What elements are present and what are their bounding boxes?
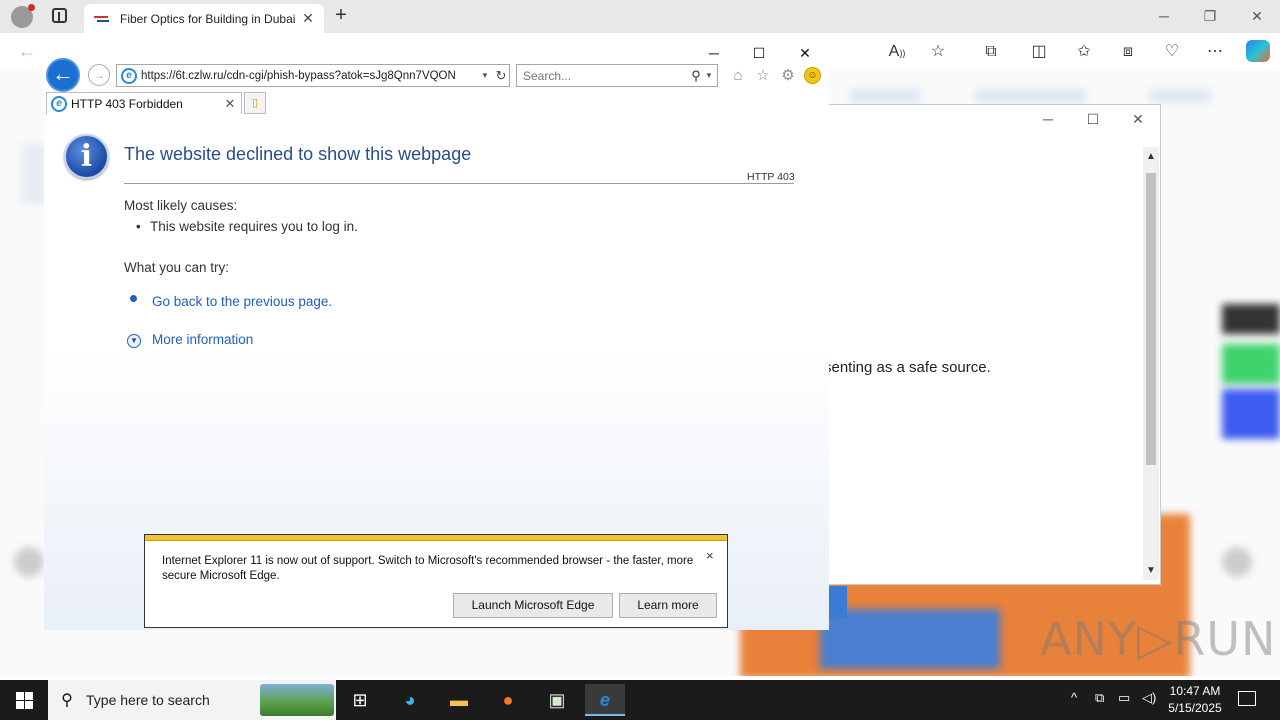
internet-explorer-taskbar-icon[interactable]: e <box>585 684 625 716</box>
collections-icon[interactable]: ⧈ <box>1117 41 1139 63</box>
taskbar-search-box[interactable]: ⚲ Type here to search <box>48 680 336 720</box>
browser-essentials-icon[interactable]: ♡ <box>1161 41 1183 63</box>
volume-icon[interactable]: ◁) <box>1142 690 1156 706</box>
dialog-maximize-button[interactable]: ☐ <box>1078 111 1108 128</box>
new-tab-button[interactable]: + <box>330 5 352 27</box>
try-heading: What you can try: <box>124 260 230 275</box>
ie-address-bar[interactable]: e https://6t.czlw.ru/cdn-cgi/phish-bypas… <box>116 64 510 87</box>
ie-tab-close-icon[interactable]: ✕ <box>223 96 237 112</box>
notification-message: Internet Explorer 11 is now out of suppo… <box>162 555 694 582</box>
feedback-smiley-icon[interactable]: ☺ <box>804 67 821 84</box>
scroll-thumb[interactable] <box>1146 173 1156 465</box>
site-favicon-icon <box>94 13 110 25</box>
scroll-up-arrow-icon[interactable]: ▲ <box>1143 151 1159 162</box>
edge-tab-active[interactable]: Fiber Optics for Building in Dubai ✕ <box>84 4 324 33</box>
ie-tab-active[interactable]: e HTTP 403 Forbidden ✕ <box>46 92 242 114</box>
ie-tab-favicon-icon: e <box>51 95 67 112</box>
firefox-icon[interactable]: ● <box>488 684 528 716</box>
network-icon[interactable]: ▭ <box>1118 690 1130 706</box>
dialog-close-button[interactable]: ✕ <box>1123 111 1153 128</box>
edge-close-button[interactable]: ✕ <box>1234 4 1280 28</box>
ie-new-tab-icon[interactable]: ▯ <box>244 92 266 114</box>
dialog-minimize-button[interactable]: ─ <box>1033 111 1063 127</box>
edge-restore-button[interactable]: ❐ <box>1187 4 1233 28</box>
favorite-star-icon[interactable]: ☆ <box>927 41 949 63</box>
background-dialog-window: ─ ☐ ✕ senting as a safe source. ▲ ▼ <box>805 104 1161 585</box>
ie-forward-button-icon[interactable]: → <box>88 64 110 86</box>
dialog-blue-button-edge <box>829 586 847 619</box>
task-view-icon[interactable]: ⊞ <box>340 684 380 716</box>
cause-item: This website requires you to log in. <box>136 219 358 234</box>
edge-back-arrow-icon[interactable]: ← <box>18 41 36 62</box>
go-back-link[interactable]: Go back to the previous page. <box>152 294 332 309</box>
causes-heading: Most likely causes: <box>124 198 238 213</box>
windows-start-icon[interactable] <box>0 680 48 720</box>
ie-minimize-button[interactable]: ─ <box>691 42 737 64</box>
notification-close-icon[interactable]: × <box>706 548 714 563</box>
ie-close-button[interactable]: ✕ <box>782 42 828 64</box>
edge-tab-close-icon[interactable]: ✕ <box>300 10 316 27</box>
more-information-link[interactable]: More information <box>152 332 253 347</box>
edge-tab-bar: Fiber Optics for Building in Dubai ✕ + ─… <box>0 0 1280 33</box>
search-highlight-image[interactable] <box>260 684 334 716</box>
windows-taskbar: ⚲ Type here to search ⊞ ◕ ▬ ● ▣ e ^ ⧉ ▭ … <box>0 680 1280 720</box>
notification-accent-bar <box>145 535 727 541</box>
taskbar-search-placeholder: Type here to search <box>86 692 210 708</box>
read-aloud-icon[interactable]: A)) <box>886 41 908 63</box>
edge-tab-title: Fiber Optics for Building in Dubai <box>120 11 296 26</box>
search-dropdown-icon[interactable]: ▼ <box>705 71 717 80</box>
expand-chevron-icon[interactable]: ▼ <box>127 334 141 348</box>
ie-url-text[interactable]: https://6t.czlw.ru/cdn-cgi/phish-bypass?… <box>141 70 477 82</box>
extensions-icon[interactable]: ⧉ <box>980 41 1002 63</box>
tray-chevron-icon[interactable]: ^ <box>1071 690 1077 705</box>
app-window-icon[interactable]: ▣ <box>537 684 577 716</box>
clock-time: 10:47 AM <box>1169 684 1221 698</box>
launch-edge-button[interactable]: Launch Microsoft Edge <box>453 593 613 618</box>
ie-maximize-button[interactable]: ☐ <box>736 42 782 64</box>
edge-taskbar-icon[interactable]: ◕ <box>390 684 430 716</box>
taskbar-search-icon: ⚲ <box>61 692 73 709</box>
clock-date: 5/15/2025 <box>1168 701 1222 715</box>
ie-tab-label: HTTP 403 Forbidden <box>71 96 183 111</box>
copilot-icon[interactable] <box>1246 40 1270 62</box>
tray-device-icon[interactable]: ⧉ <box>1095 690 1104 706</box>
search-magnifier-icon[interactable]: ⚲ <box>687 68 705 84</box>
go-back-bullet-icon <box>130 295 137 302</box>
profile-avatar-icon[interactable] <box>11 4 35 28</box>
notification-center-icon[interactable] <box>1238 691 1256 706</box>
settings-gear-icon[interactable]: ⚙ <box>778 66 798 86</box>
edge-minimize-button[interactable]: ─ <box>1141 4 1187 28</box>
tab-actions-icon[interactable] <box>52 8 67 23</box>
anyrun-watermark: ANY▷RUN <box>1040 612 1277 666</box>
ie-back-button-icon[interactable]: ← <box>46 58 80 92</box>
favorites-icon[interactable]: ✩ <box>1073 41 1095 63</box>
divider <box>124 183 794 184</box>
favorites-star-icon[interactable]: ☆ <box>753 66 773 86</box>
more-options-icon[interactable]: ⋯ <box>1204 41 1226 63</box>
ie-out-of-support-notification: Internet Explorer 11 is now out of suppo… <box>144 534 728 628</box>
error-code: HTTP 403 <box>747 171 795 183</box>
dialog-scrollbar[interactable]: ▲ ▼ <box>1143 147 1159 580</box>
file-explorer-icon[interactable]: ▬ <box>439 684 479 716</box>
ie-logo-icon: e <box>121 67 137 84</box>
info-icon: i <box>64 134 109 179</box>
home-icon[interactable]: ⌂ <box>728 66 748 86</box>
taskbar-clock[interactable]: 10:47 AM 5/15/2025 <box>1160 683 1230 717</box>
address-dropdown-icon[interactable]: ▼ <box>477 71 493 80</box>
refresh-icon[interactable]: ↻ <box>493 68 509 84</box>
learn-more-button[interactable]: Learn more <box>619 593 717 618</box>
dialog-visible-text: senting as a safe source. <box>824 359 991 376</box>
split-screen-icon[interactable]: ◫ <box>1028 41 1050 63</box>
error-title: The website declined to show this webpag… <box>124 144 472 164</box>
ie-search-box[interactable]: ⚲ ▼ <box>516 64 718 87</box>
scroll-down-arrow-icon[interactable]: ▼ <box>1143 565 1159 576</box>
ie-search-input[interactable] <box>523 68 687 83</box>
